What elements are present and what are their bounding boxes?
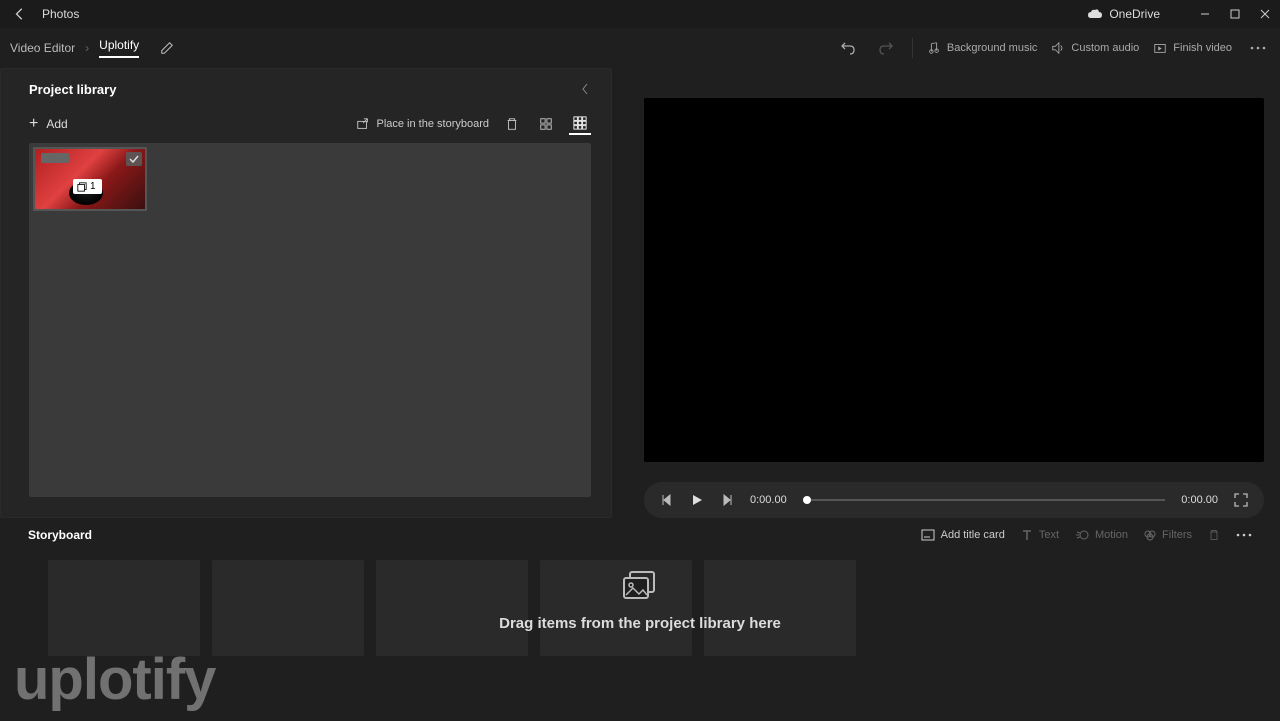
ellipsis-icon (1250, 46, 1266, 50)
add-title-card-button[interactable]: Add title card (921, 529, 1005, 541)
video-preview[interactable] (644, 98, 1264, 462)
prev-frame-button[interactable] (660, 493, 674, 507)
custom-audio-button[interactable]: Custom audio (1051, 41, 1139, 55)
current-time: 0:00.00 (750, 494, 787, 506)
seek-slider[interactable] (803, 499, 1166, 501)
grid-small-button[interactable] (535, 113, 557, 135)
motion-icon (1075, 529, 1089, 541)
breadcrumb-root[interactable]: Video Editor (10, 41, 75, 55)
add-media-button[interactable]: + Add (29, 115, 68, 133)
storyboard-hint-text: Drag items from the project library here (28, 615, 1252, 632)
more-button[interactable] (1246, 46, 1270, 50)
trash-icon (1208, 529, 1220, 541)
pencil-icon (160, 41, 174, 55)
step-forward-icon (721, 494, 733, 506)
collapse-library-button[interactable] (575, 79, 595, 99)
redo-icon (878, 40, 894, 56)
app-title: Photos (42, 7, 79, 21)
text-button[interactable]: Text (1021, 529, 1059, 541)
text-icon (1021, 529, 1033, 541)
filters-icon (1144, 529, 1156, 541)
storyboard-title: Storyboard (28, 528, 92, 542)
toolbar: Video Editor › Uplotify Background music… (0, 28, 1280, 68)
redo-button[interactable] (874, 40, 898, 56)
back-button[interactable] (0, 0, 40, 28)
title-bar: Photos OneDrive (0, 0, 1280, 28)
playback-bar: 0:00.00 0:00.00 (644, 482, 1264, 518)
fullscreen-icon (1234, 493, 1248, 507)
breadcrumb: Video Editor › Uplotify (10, 36, 179, 60)
thumbnail-count-badge: 1 (73, 179, 102, 194)
drop-media-icon (622, 570, 658, 600)
storyboard-panel: Storyboard Add title card Text Motion Fi… (0, 518, 1280, 660)
onedrive-status[interactable]: OneDrive (1087, 7, 1160, 21)
filters-button[interactable]: Filters (1144, 529, 1192, 541)
media-thumbnail[interactable]: 1 (33, 147, 147, 211)
thumbnail-checkbox[interactable] (126, 152, 142, 166)
music-icon (927, 41, 941, 55)
grid-large-icon (573, 116, 587, 130)
project-library-title: Project library (29, 82, 116, 97)
total-time: 0:00.00 (1181, 494, 1218, 506)
check-icon (129, 155, 139, 163)
storyboard-hint: Drag items from the project library here (28, 570, 1252, 632)
breadcrumb-project[interactable]: Uplotify (99, 38, 139, 58)
project-library-panel: Project library + Add Place in the story… (0, 68, 612, 518)
title-card-icon (921, 529, 935, 541)
chevron-right-icon: › (85, 41, 89, 55)
audio-icon (1051, 41, 1065, 55)
play-icon (691, 494, 703, 506)
storyboard-track[interactable]: Drag items from the project library here (28, 560, 1252, 660)
background-music-button[interactable]: Background music (927, 41, 1038, 55)
image-stack-icon (77, 182, 87, 192)
delete-media-button[interactable] (501, 113, 523, 135)
step-back-icon (661, 494, 673, 506)
grid-large-button[interactable] (569, 113, 591, 135)
maximize-button[interactable] (1220, 0, 1250, 28)
onedrive-label: OneDrive (1109, 7, 1160, 21)
next-frame-button[interactable] (720, 493, 734, 507)
fullscreen-button[interactable] (1234, 493, 1248, 507)
preview-panel: 0:00.00 0:00.00 (612, 68, 1280, 518)
plus-icon: + (29, 115, 38, 133)
grid-small-icon (539, 117, 553, 131)
storyboard-more-button[interactable] (1236, 533, 1252, 537)
motion-button[interactable]: Motion (1075, 529, 1128, 541)
cloud-icon (1087, 9, 1103, 19)
finish-video-button[interactable]: Finish video (1153, 41, 1232, 55)
close-button[interactable] (1250, 0, 1280, 28)
undo-button[interactable] (836, 40, 860, 56)
play-button[interactable] (690, 493, 704, 507)
library-grid[interactable]: 1 (29, 143, 591, 497)
place-icon (356, 117, 370, 131)
minimize-button[interactable] (1190, 0, 1220, 28)
undo-icon (840, 40, 856, 56)
edit-name-button[interactable] (155, 36, 179, 60)
chevron-left-icon (581, 83, 589, 95)
place-in-storyboard-button[interactable]: Place in the storyboard (356, 117, 489, 131)
trash-icon (505, 117, 519, 131)
export-icon (1153, 41, 1167, 55)
ellipsis-icon (1236, 533, 1252, 537)
storyboard-delete-button[interactable] (1208, 529, 1220, 541)
